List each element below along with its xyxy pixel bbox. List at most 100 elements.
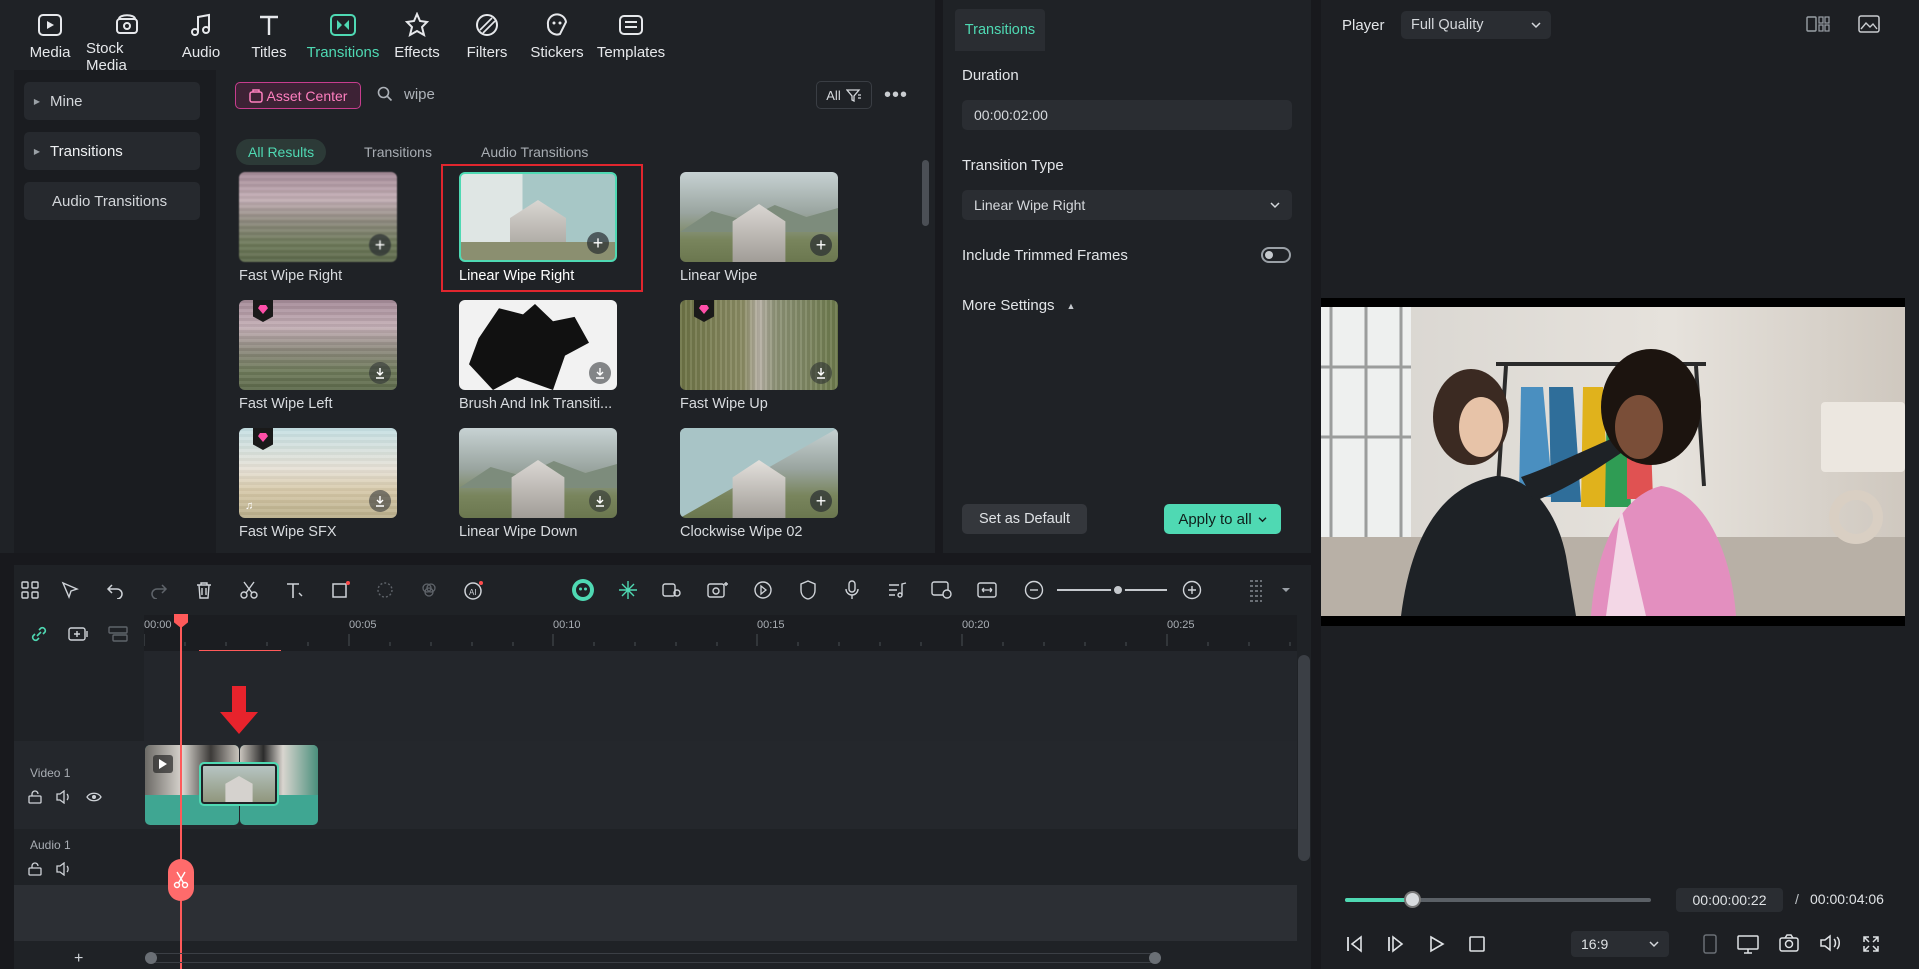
- eye-icon[interactable]: [86, 790, 102, 804]
- scrollbar-end-handle[interactable]: [1149, 952, 1161, 964]
- transition-item-fast-wipe-sfx[interactable]: ♫ Fast Wipe SFX: [239, 428, 397, 540]
- mask-shield-icon[interactable]: [796, 578, 820, 602]
- next-frame-icon[interactable]: [1386, 935, 1406, 953]
- transition-item-clockwise-wipe-02[interactable]: + Clockwise Wipe 02: [680, 428, 838, 540]
- sidebar-item-transitions[interactable]: ▶ Transitions: [24, 132, 200, 170]
- library-scrollbar[interactable]: [922, 160, 929, 226]
- snapshot-image-icon[interactable]: [1858, 14, 1880, 34]
- crop-icon[interactable]: [329, 578, 353, 602]
- transition-item-brush-and-ink[interactable]: Brush And Ink Transiti...: [459, 300, 617, 412]
- text-tool-icon[interactable]: [283, 578, 307, 602]
- undo-icon[interactable]: [103, 578, 127, 602]
- grid-view-icon[interactable]: [1806, 15, 1830, 33]
- search-input[interactable]: wipe: [404, 86, 435, 103]
- more-settings-toggle[interactable]: More Settings ▲: [962, 297, 1075, 314]
- subtab-all-results[interactable]: All Results: [236, 139, 327, 165]
- snap-magnet-icon[interactable]: [616, 578, 640, 602]
- layout-grid-icon[interactable]: [18, 578, 42, 602]
- tab-effects[interactable]: Effects: [382, 0, 452, 70]
- more-tools-grip-icon[interactable]: [1244, 578, 1268, 602]
- link-icon[interactable]: [30, 625, 48, 643]
- add-icon[interactable]: +: [810, 234, 832, 256]
- sidebar-item-mine[interactable]: ▶ Mine: [24, 82, 200, 120]
- tab-transitions[interactable]: Transitions: [304, 0, 382, 70]
- download-icon[interactable]: [810, 362, 832, 384]
- add-track-button[interactable]: +: [74, 950, 83, 968]
- audio-mixer-icon[interactable]: [885, 578, 909, 602]
- fit-timeline-icon[interactable]: [975, 578, 999, 602]
- ai-video-enhance-icon[interactable]: [706, 578, 730, 602]
- select-cursor-icon[interactable]: [58, 578, 82, 602]
- add-icon[interactable]: +: [810, 490, 832, 512]
- ai-cutout-icon[interactable]: [373, 578, 397, 602]
- include-trimmed-toggle[interactable]: [1261, 247, 1291, 263]
- split-scissors-icon[interactable]: [237, 578, 261, 602]
- filter-dropdown[interactable]: All: [816, 81, 872, 109]
- tab-media[interactable]: Media: [14, 0, 86, 70]
- transition-item-fast-wipe-up[interactable]: Fast Wipe Up: [680, 300, 838, 412]
- mobile-preview-icon[interactable]: [1703, 934, 1717, 954]
- microphone-icon[interactable]: [840, 578, 864, 602]
- timeline-horizontal-scrollbar[interactable]: [145, 952, 1161, 964]
- download-icon[interactable]: [589, 490, 611, 512]
- transition-item-linear-wipe-down[interactable]: Linear Wipe Down: [459, 428, 617, 540]
- render-preview-icon[interactable]: [930, 578, 954, 602]
- scrollbar-start-handle[interactable]: [145, 952, 157, 964]
- auto-beat-icon[interactable]: [660, 578, 684, 602]
- ai-tools-icon[interactable]: AI: [462, 578, 486, 602]
- speed-ramp-icon[interactable]: [751, 578, 775, 602]
- tab-audio[interactable]: Audio: [168, 0, 234, 70]
- camera-snapshot-icon[interactable]: [1779, 934, 1799, 952]
- redo-icon[interactable]: [147, 578, 171, 602]
- speaker-icon[interactable]: [56, 862, 72, 876]
- transition-item-linear-wipe[interactable]: + Linear Wipe: [680, 172, 838, 284]
- download-icon[interactable]: [589, 362, 611, 384]
- download-icon[interactable]: [369, 362, 391, 384]
- tab-filters[interactable]: Filters: [452, 0, 522, 70]
- lock-icon[interactable]: [28, 862, 42, 876]
- download-icon[interactable]: [369, 490, 391, 512]
- aspect-ratio-select[interactable]: 16:9: [1571, 931, 1669, 957]
- set-as-default-button[interactable]: Set as Default: [962, 504, 1087, 534]
- delete-icon[interactable]: [192, 578, 216, 602]
- current-time-display[interactable]: 00:00:00:22: [1676, 888, 1783, 912]
- more-options-icon[interactable]: •••: [884, 84, 908, 107]
- ai-mate-icon[interactable]: [571, 578, 595, 602]
- playhead-line[interactable]: [180, 615, 182, 969]
- add-track-icon[interactable]: [68, 625, 90, 643]
- timeline-vertical-scrollbar[interactable]: [1298, 655, 1310, 861]
- play-icon[interactable]: [1428, 935, 1446, 953]
- transition-block[interactable]: [199, 762, 279, 806]
- zoom-out-icon[interactable]: [1022, 578, 1046, 602]
- asset-center-button[interactable]: Asset Center: [235, 82, 361, 109]
- chevron-down-icon[interactable]: [1274, 578, 1298, 602]
- subtab-transitions[interactable]: Transitions: [352, 139, 444, 165]
- tab-stickers[interactable]: Stickers: [522, 0, 592, 70]
- fullscreen-icon[interactable]: [1862, 935, 1880, 953]
- speaker-icon[interactable]: [56, 790, 72, 804]
- tab-transition-properties[interactable]: Transitions: [955, 9, 1045, 51]
- transition-item-fast-wipe-right[interactable]: + Fast Wipe Right: [239, 172, 397, 284]
- zoom-slider-handle[interactable]: [1111, 583, 1125, 597]
- track-manager-icon[interactable]: [108, 625, 128, 643]
- tab-templates[interactable]: Templates: [592, 0, 670, 70]
- subtab-audio-transitions[interactable]: Audio Transitions: [469, 139, 600, 165]
- transition-type-select[interactable]: Linear Wipe Right: [962, 190, 1292, 220]
- sidebar-item-audio-transitions[interactable]: Audio Transitions: [24, 182, 200, 220]
- volume-icon[interactable]: [1819, 934, 1841, 952]
- lock-icon[interactable]: [28, 790, 42, 804]
- duration-input[interactable]: 00:00:02:00: [962, 100, 1292, 130]
- tab-stock-media[interactable]: Stock Media: [86, 0, 168, 74]
- quality-select[interactable]: Full Quality: [1401, 11, 1551, 39]
- tab-titles[interactable]: Titles: [234, 0, 304, 70]
- stop-icon[interactable]: [1468, 935, 1486, 953]
- transition-item-fast-wipe-left[interactable]: Fast Wipe Left: [239, 300, 397, 412]
- playback-progress-handle[interactable]: [1404, 891, 1421, 908]
- previous-frame-icon[interactable]: [1345, 935, 1365, 953]
- add-icon[interactable]: +: [369, 234, 391, 256]
- display-monitor-icon[interactable]: [1737, 934, 1759, 954]
- playhead-split-scissors-icon[interactable]: [168, 859, 194, 901]
- color-match-icon[interactable]: [417, 578, 441, 602]
- apply-to-all-button[interactable]: Apply to all: [1164, 504, 1281, 534]
- zoom-in-icon[interactable]: [1180, 578, 1204, 602]
